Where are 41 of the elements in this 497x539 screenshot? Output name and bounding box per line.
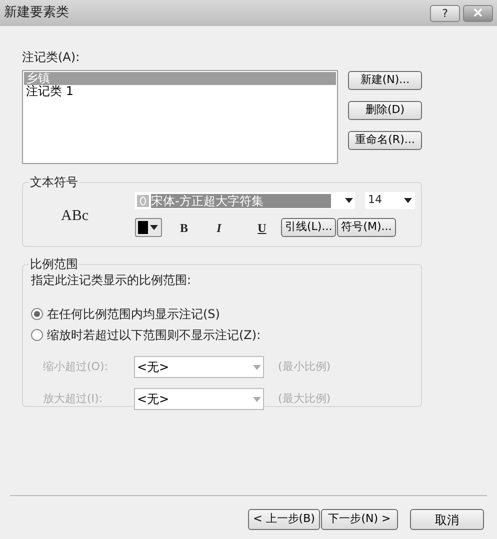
limit-label: 放大超过(I): — [43, 390, 104, 407]
size-value: 14 — [368, 192, 383, 208]
list-action-button[interactable]: 新建(N)... — [348, 71, 422, 90]
next-button[interactable]: 下一步(N) > — [321, 509, 398, 530]
list-action-button[interactable]: 重命名(R)... — [348, 131, 422, 150]
color-swatch — [138, 221, 148, 234]
radio-button[interactable] — [31, 329, 43, 341]
font-name: 宋体-方正超大字符集 — [151, 194, 331, 208]
font-icon — [137, 194, 149, 206]
symbol-option-button[interactable]: 引线(L)... — [281, 218, 336, 237]
list-item[interactable]: 注记类 1 — [24, 85, 336, 98]
caret-icon — [404, 198, 412, 203]
italic-button[interactable]: I — [212, 218, 226, 236]
scale-radio[interactable]: 缩放时若超过以下范围则不显示注记(Z): — [31, 326, 413, 344]
scale-radio[interactable]: 在任何比例范围内均显示注记(S) — [31, 305, 413, 323]
caret-icon — [345, 198, 353, 203]
caret-icon — [253, 396, 261, 402]
scale-hint: (最小比例) — [278, 358, 331, 375]
text-preview: ABc — [61, 207, 88, 226]
color-button[interactable] — [135, 218, 162, 237]
cancel-button[interactable]: 取消 — [410, 509, 484, 530]
bold-button[interactable]: B — [177, 218, 191, 236]
caret-icon — [253, 364, 261, 370]
size-dropdown[interactable]: 14 — [365, 192, 415, 209]
list-action-button[interactable]: 删除(D) — [348, 101, 422, 120]
help-button[interactable]: ? — [430, 4, 460, 22]
group-legend: 文本符号 — [29, 173, 79, 191]
group-legend: 比例范围 — [29, 255, 79, 273]
dropdown-value: <无> — [137, 391, 170, 408]
dropdown-value: <无> — [137, 359, 170, 376]
limit-label: 缩小超过(O): — [43, 358, 109, 375]
list-label: 注记类(A): — [22, 49, 81, 66]
scale-hint: (最大比例) — [278, 390, 331, 407]
scale-description: 指定此注记类显示的比例范围: — [31, 272, 192, 289]
radio-button[interactable] — [31, 308, 43, 320]
caret-icon — [150, 225, 158, 230]
annotation-class-list[interactable]: 乡镇 注记类 1 — [22, 70, 338, 164]
underline-button[interactable]: U — [255, 218, 269, 236]
back-button[interactable]: < 上一步(B) — [248, 509, 320, 530]
symbol-option-button[interactable]: 符号(M)... — [337, 218, 396, 237]
window-title: 新建要素类 — [4, 4, 70, 22]
